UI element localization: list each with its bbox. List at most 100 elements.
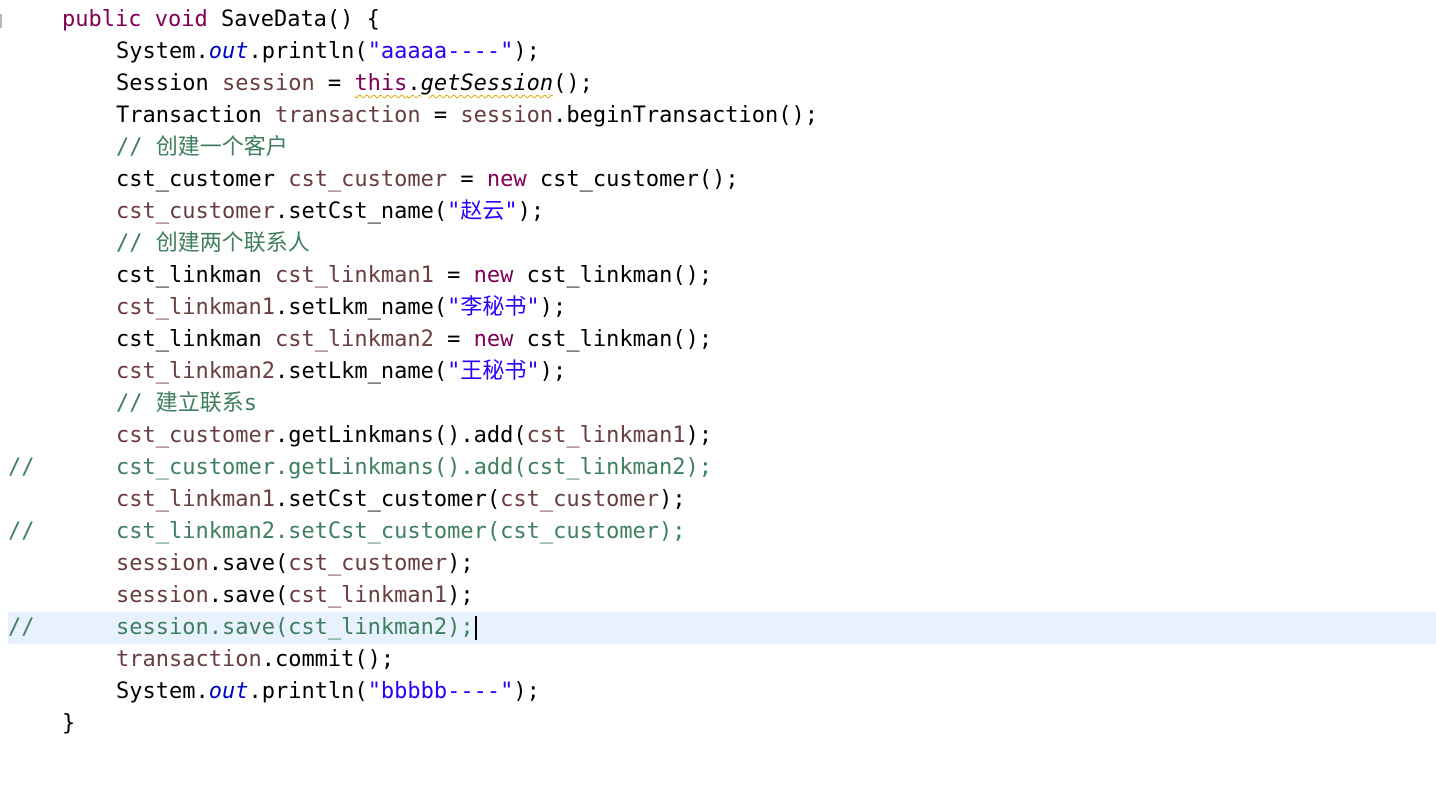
method-call: .save( xyxy=(208,583,289,608)
static-field: out xyxy=(208,679,249,704)
local-variable: cst_linkman1 xyxy=(116,487,275,512)
code-line[interactable]: cst_linkman cst_linkman2 = new cst_linkm… xyxy=(8,324,1436,356)
code-comment: // 创建两个联系人 xyxy=(116,231,310,256)
code-line[interactable]: cst_linkman cst_linkman1 = new cst_linkm… xyxy=(8,260,1436,292)
keyword: new xyxy=(473,327,514,352)
current-line-commented[interactable]: // session.save(cst_linkman2); xyxy=(8,612,1436,644)
static-field: out xyxy=(208,39,249,64)
punctuation: (); xyxy=(553,71,593,96)
constructor-call: cst_customer(); xyxy=(526,167,739,192)
punctuation: ); xyxy=(685,423,713,448)
code-line[interactable]: cst_customer.getLinkmans().add(cst_linkm… xyxy=(8,420,1436,452)
keyword: this xyxy=(354,71,408,96)
local-variable: cst_customer xyxy=(288,167,448,192)
local-variable: cst_linkman1 xyxy=(288,583,448,608)
line-comment-marker: // xyxy=(8,519,35,544)
code-line[interactable]: cst_linkman1.setCst_customer(cst_custome… xyxy=(8,484,1436,516)
local-variable: session xyxy=(116,551,209,576)
local-variable: cst_linkman1 xyxy=(116,295,275,320)
code-line[interactable]: cst_customer.setCst_name("赵云"); xyxy=(8,196,1436,228)
punctuation: ); xyxy=(659,487,686,512)
code-line[interactable]: System.out.println("aaaaa----"); xyxy=(8,36,1436,68)
code-comment: // 创建一个客户 xyxy=(116,135,288,160)
code-line[interactable]: // 建立联系s xyxy=(8,388,1436,420)
punctuation: ); xyxy=(447,583,474,608)
method-call: .commit(); xyxy=(261,647,395,672)
type-name: cst_customer xyxy=(116,167,275,192)
type-name: Transaction xyxy=(116,103,262,128)
operator: = xyxy=(314,71,355,96)
commented-code: session.save(cst_linkman2); xyxy=(116,615,474,640)
text-cursor xyxy=(474,616,477,640)
method-call: .setLkm_name( xyxy=(274,295,448,320)
local-variable: cst_customer xyxy=(116,199,275,224)
folding-marker[interactable] xyxy=(0,14,2,28)
local-variable: session xyxy=(460,103,554,128)
string-literal: "aaaaa----" xyxy=(367,39,514,64)
code-line-commented[interactable]: // cst_customer.getLinkmans().add(cst_li… xyxy=(8,452,1436,484)
code-line[interactable]: // 创建一个客户 xyxy=(8,132,1436,164)
local-variable: cst_customer xyxy=(288,551,448,576)
code-line[interactable]: Transaction transaction = session.beginT… xyxy=(8,100,1436,132)
punctuation: ); xyxy=(517,199,545,224)
local-variable: session xyxy=(116,583,209,608)
type-name: cst_linkman xyxy=(116,327,262,352)
commented-code: cst_customer.getLinkmans().add(cst_linkm… xyxy=(116,455,713,480)
method-call: .setLkm_name( xyxy=(274,359,448,384)
local-variable: transaction xyxy=(116,647,262,672)
string-literal: "bbbbb----" xyxy=(367,679,514,704)
method-call: .save( xyxy=(208,551,289,576)
class-ref: System. xyxy=(116,39,209,64)
line-comment-marker: // xyxy=(8,455,35,480)
commented-code: cst_linkman2.setCst_customer(cst_custome… xyxy=(116,519,686,544)
line-comment-marker: // xyxy=(8,615,35,640)
local-variable: cst_linkman1 xyxy=(526,423,686,448)
method-signature: SaveData() { xyxy=(220,7,380,32)
code-line[interactable]: cst_linkman2.setLkm_name("王秘书"); xyxy=(8,356,1436,388)
code-line[interactable]: public void SaveData() { xyxy=(8,4,1436,36)
closing-brace: } xyxy=(62,711,76,736)
keyword: new xyxy=(486,167,527,192)
code-line[interactable]: session.save(cst_linkman1); xyxy=(8,580,1436,612)
punctuation: ); xyxy=(513,679,540,704)
method-call: .setCst_customer( xyxy=(274,487,501,512)
type-name: Session xyxy=(116,71,209,96)
method-call: .beginTransaction(); xyxy=(553,103,819,128)
keyword: public xyxy=(62,7,142,32)
method-call: .setCst_name( xyxy=(274,199,448,224)
string-literal: "赵云" xyxy=(447,199,518,224)
punctuation: ); xyxy=(539,295,567,320)
string-literal: "王秘书" xyxy=(447,359,540,384)
method-call: .println( xyxy=(248,679,368,704)
operator: = xyxy=(420,103,461,128)
constructor-call: cst_linkman(); xyxy=(513,263,713,288)
code-line[interactable]: System.out.println("bbbbb----"); xyxy=(8,676,1436,708)
code-line[interactable]: // 创建两个联系人 xyxy=(8,228,1436,260)
code-line-commented[interactable]: // cst_linkman2.setCst_customer(cst_cust… xyxy=(8,516,1436,548)
code-line[interactable]: cst_linkman1.setLkm_name("李秘书"); xyxy=(8,292,1436,324)
code-comment: // 建立联系s xyxy=(116,391,257,416)
keyword: void xyxy=(154,7,208,32)
local-variable: cst_linkman1 xyxy=(274,263,434,288)
code-line[interactable]: session.save(cst_customer); xyxy=(8,548,1436,580)
method-call: .getLinkmans().add( xyxy=(274,423,527,448)
operator: = xyxy=(447,167,487,192)
local-variable: cst_customer xyxy=(500,487,660,512)
code-line[interactable]: transaction.commit(); xyxy=(8,644,1436,676)
operator: = xyxy=(433,263,474,288)
class-ref: System. xyxy=(116,679,209,704)
code-line[interactable]: } xyxy=(8,708,1436,740)
local-variable: cst_customer xyxy=(116,423,275,448)
method-call: getSession xyxy=(420,71,554,96)
punctuation: . xyxy=(407,71,421,96)
keyword: new xyxy=(473,263,514,288)
warning-underline[interactable]: this.getSession xyxy=(354,71,553,96)
code-line[interactable]: Session session = this.getSession(); xyxy=(8,68,1436,100)
type-name: cst_linkman xyxy=(116,263,262,288)
local-variable: session xyxy=(221,71,315,96)
method-call: .println( xyxy=(248,39,368,64)
string-literal: "李秘书" xyxy=(447,295,540,320)
code-editor[interactable]: public void SaveData() { System.out.prin… xyxy=(0,0,1436,752)
punctuation: ); xyxy=(539,359,567,384)
code-line[interactable]: cst_customer cst_customer = new cst_cust… xyxy=(8,164,1436,196)
